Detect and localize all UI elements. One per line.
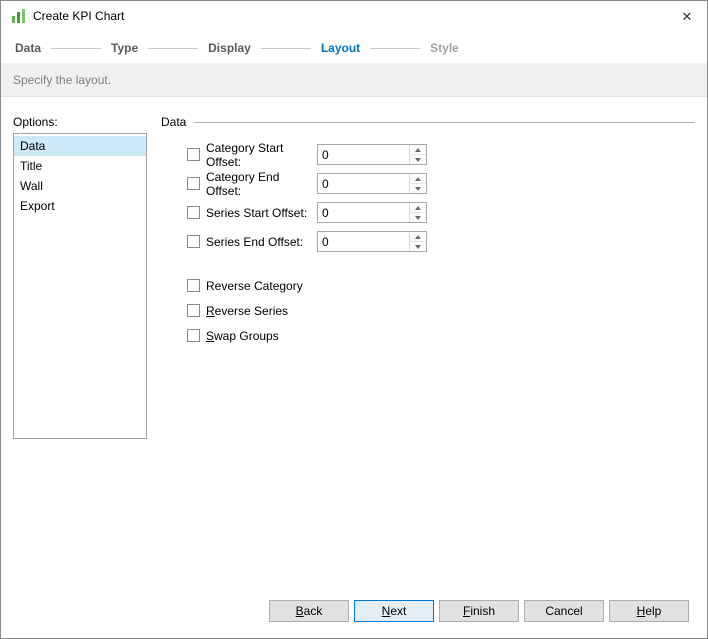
category-start-offset-spinbox bbox=[317, 144, 427, 165]
next-button[interactable]: Next bbox=[354, 600, 434, 622]
series-end-offset-spinbox bbox=[317, 231, 427, 252]
category-start-offset-checkbox[interactable] bbox=[187, 148, 200, 161]
series-start-offset-input[interactable] bbox=[318, 203, 409, 222]
reverse-category-checkbox[interactable] bbox=[187, 279, 200, 292]
category-end-offset-input[interactable] bbox=[318, 174, 409, 193]
step-layout[interactable]: Layout bbox=[321, 41, 360, 55]
step-style: Style bbox=[430, 41, 459, 55]
options-list: Data Title Wall Export bbox=[13, 133, 147, 439]
category-end-offset-row: Category End Offset: bbox=[161, 169, 427, 198]
offset-fields: Category Start Offset: Category End Offs… bbox=[161, 140, 427, 256]
spinner-down-icon[interactable] bbox=[410, 242, 426, 251]
category-start-offset-input[interactable] bbox=[318, 145, 409, 164]
reverse-category-label: Reverse Category bbox=[206, 278, 303, 293]
window-title: Create KPI Chart bbox=[33, 9, 125, 23]
spinner-up-icon[interactable] bbox=[410, 174, 426, 184]
step-data[interactable]: Data bbox=[15, 41, 41, 55]
series-end-offset-checkbox[interactable] bbox=[187, 235, 200, 248]
category-start-offset-label: Category Start Offset: bbox=[206, 140, 284, 169]
series-start-offset-row: Series Start Offset: bbox=[161, 198, 427, 227]
step-type[interactable]: Type bbox=[111, 41, 138, 55]
spinner-up-icon[interactable] bbox=[410, 203, 426, 213]
spinner-down-icon[interactable] bbox=[410, 155, 426, 164]
kpi-chart-icon bbox=[11, 8, 27, 24]
close-icon[interactable]: ✕ bbox=[677, 7, 697, 27]
step-display[interactable]: Display bbox=[208, 41, 251, 55]
options-item-data[interactable]: Data bbox=[14, 136, 146, 156]
dialog-create-kpi-chart: Create KPI Chart ✕ Data Type Display Lay… bbox=[0, 0, 708, 639]
spinner-down-icon[interactable] bbox=[410, 184, 426, 193]
step-connector bbox=[370, 47, 421, 49]
series-start-offset-label: Series Start Offset: bbox=[206, 205, 308, 220]
swap-groups-checkbox[interactable] bbox=[187, 329, 200, 342]
spinner-down-icon[interactable] bbox=[410, 213, 426, 222]
category-end-offset-label: Category End Offset: bbox=[206, 169, 280, 198]
category-start-offset-row: Category Start Offset: bbox=[161, 140, 427, 169]
options-label: Options: bbox=[13, 115, 58, 129]
series-start-offset-spinbox bbox=[317, 202, 427, 223]
step-connector bbox=[260, 47, 311, 49]
spinner-buttons bbox=[409, 174, 426, 193]
group-title: Data bbox=[161, 115, 187, 129]
spinner-up-icon[interactable] bbox=[410, 232, 426, 242]
series-end-offset-row: Series End Offset: bbox=[161, 227, 427, 256]
step-connector bbox=[148, 47, 199, 49]
category-end-offset-spinbox bbox=[317, 173, 427, 194]
reverse-category-row: Reverse Category bbox=[161, 273, 303, 298]
swap-groups-label: Swap Groups bbox=[206, 328, 279, 343]
spinner-buttons bbox=[409, 203, 426, 222]
footer-buttons: Back Next Finish Cancel Help bbox=[269, 600, 689, 622]
series-end-offset-input[interactable] bbox=[318, 232, 409, 251]
finish-button[interactable]: Finish bbox=[439, 600, 519, 622]
back-button[interactable]: Back bbox=[269, 600, 349, 622]
group-header-data: Data bbox=[161, 115, 695, 129]
help-button[interactable]: Help bbox=[609, 600, 689, 622]
wizard-steps: Data Type Display Layout Style bbox=[15, 41, 693, 55]
title-bar: Create KPI Chart ✕ bbox=[1, 1, 707, 31]
step-connector bbox=[51, 47, 102, 49]
spinner-buttons bbox=[409, 232, 426, 251]
group-divider bbox=[194, 121, 695, 123]
swap-groups-row: Swap Groups bbox=[161, 323, 303, 348]
options-item-wall[interactable]: Wall bbox=[14, 176, 146, 196]
category-end-offset-checkbox[interactable] bbox=[187, 177, 200, 190]
options-item-title[interactable]: Title bbox=[14, 156, 146, 176]
reverse-series-checkbox[interactable] bbox=[187, 304, 200, 317]
cancel-button[interactable]: Cancel bbox=[524, 600, 604, 622]
wizard-subtitle: Specify the layout. bbox=[1, 63, 707, 97]
spinner-buttons bbox=[409, 145, 426, 164]
options-item-export[interactable]: Export bbox=[14, 196, 146, 216]
series-start-offset-checkbox[interactable] bbox=[187, 206, 200, 219]
series-end-offset-label: Series End Offset: bbox=[206, 234, 304, 249]
toggle-options: Reverse Category Reverse Series Swap Gro… bbox=[161, 273, 303, 348]
reverse-series-row: Reverse Series bbox=[161, 298, 303, 323]
spinner-up-icon[interactable] bbox=[410, 145, 426, 155]
reverse-series-label: Reverse Series bbox=[206, 303, 289, 318]
